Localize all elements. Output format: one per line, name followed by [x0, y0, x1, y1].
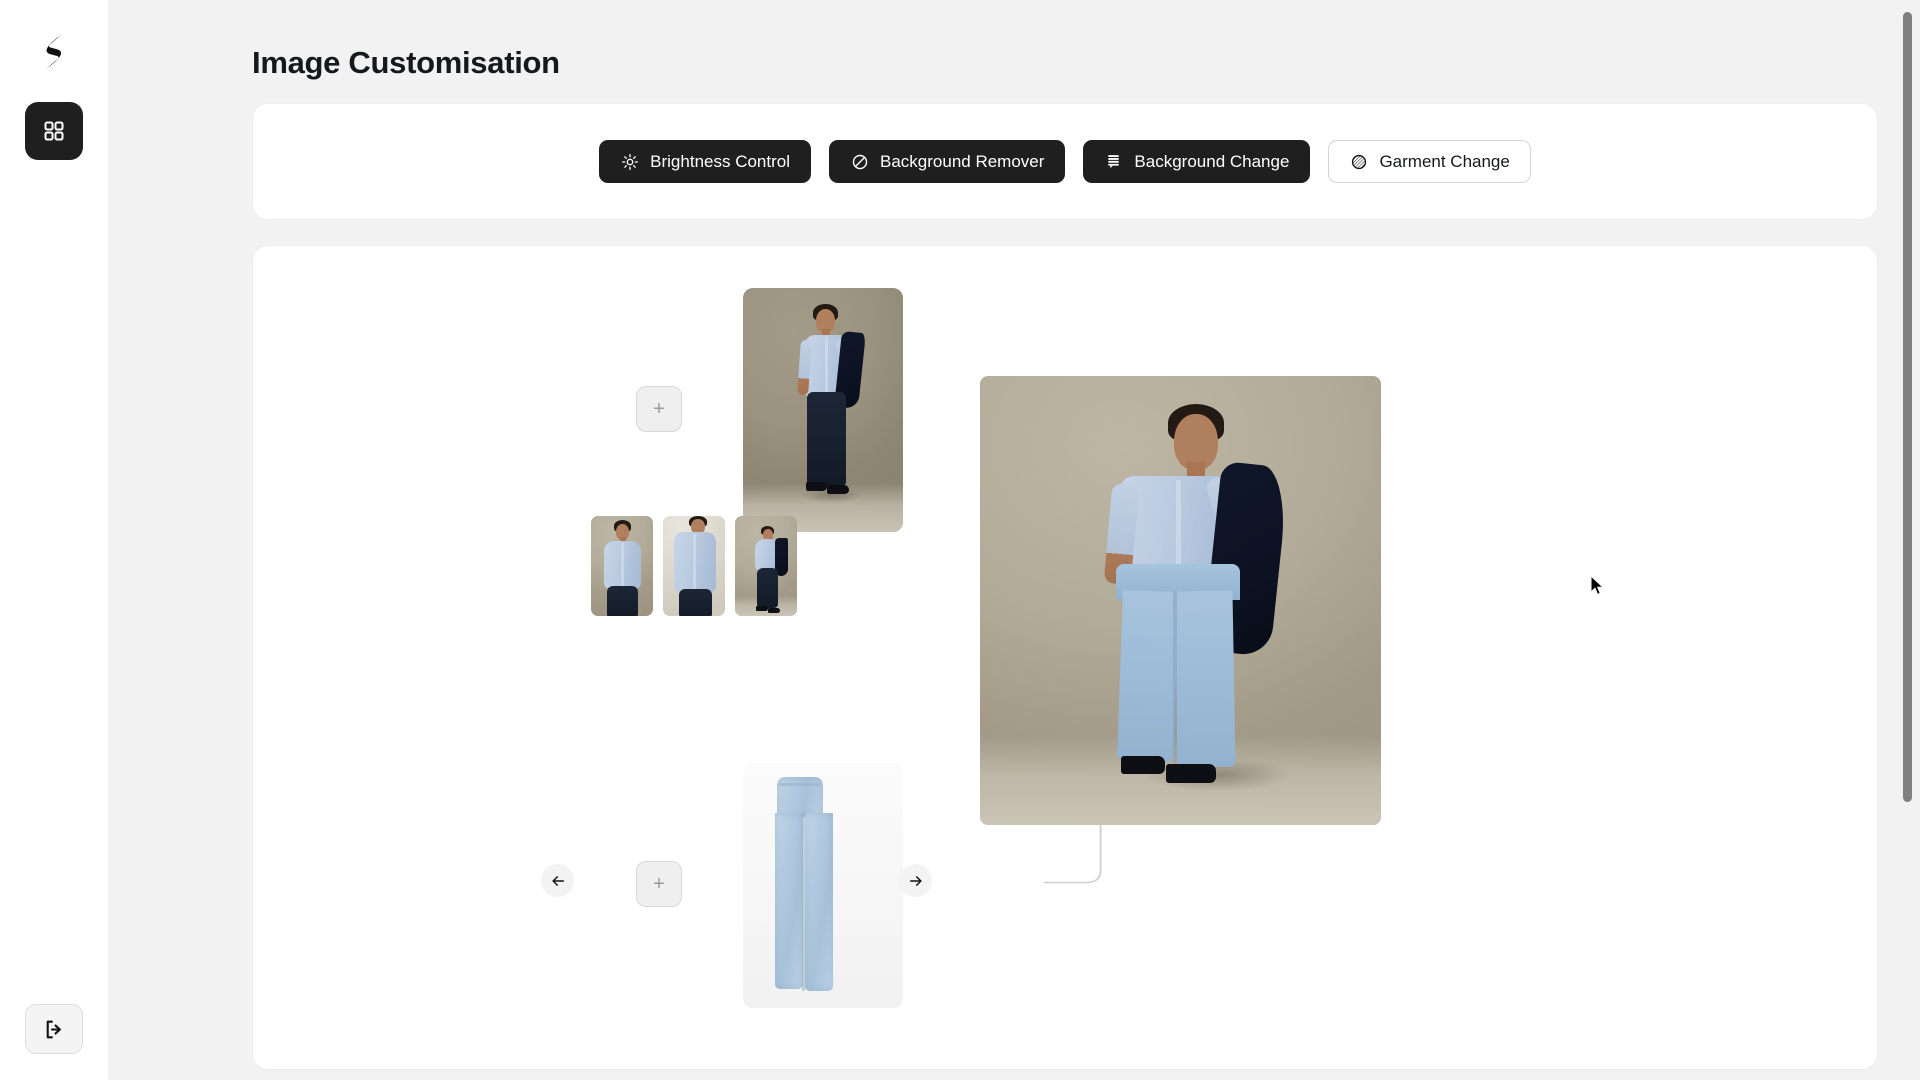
sidebar-item-dashboard[interactable] — [25, 102, 83, 160]
layers-icon — [1104, 152, 1123, 171]
flow-canvas[interactable]: + + — [252, 245, 1878, 1070]
sun-icon — [620, 152, 639, 171]
arrow-left-icon — [551, 875, 564, 886]
garment-change-button[interactable]: Garment Change — [1328, 140, 1531, 183]
brightness-control-button[interactable]: Brightness Control — [599, 140, 811, 183]
plus-icon: + — [653, 398, 665, 420]
grid-icon — [44, 121, 64, 141]
texture-circle-icon — [1349, 152, 1368, 171]
add-source-image-bottom[interactable]: + — [636, 861, 682, 907]
carousel-thumbnail-2[interactable] — [663, 515, 725, 616]
carousel-thumbnail-3[interactable] — [735, 515, 797, 616]
carousel-prev-button[interactable] — [541, 864, 574, 897]
add-source-image-top[interactable]: + — [636, 386, 682, 432]
background-change-button[interactable]: Background Change — [1083, 140, 1311, 183]
source-model-image[interactable] — [743, 288, 903, 532]
brightness-control-label: Brightness Control — [650, 151, 790, 171]
vertical-scrollbar-thumb[interactable] — [1903, 12, 1912, 802]
source-garment-image[interactable] — [743, 763, 903, 1008]
result-image[interactable] — [980, 376, 1381, 825]
vertical-scrollbar-track[interactable] — [1903, 0, 1917, 1080]
arrow-right-icon — [909, 875, 922, 886]
page-title: Image Customisation — [252, 45, 560, 80]
main-content: Image Customisation Brightness Control B… — [108, 0, 1920, 1080]
garment-change-label: Garment Change — [1379, 151, 1510, 171]
carousel-next-button[interactable] — [899, 864, 932, 897]
plus-icon: + — [653, 873, 665, 895]
brand-s-logo[interactable] — [25, 22, 83, 80]
thumbnail-carousel[interactable] — [591, 508, 931, 623]
logout-icon — [46, 1020, 61, 1038]
background-remover-button[interactable]: Background Remover — [829, 140, 1066, 183]
tool-panel: Brightness Control Background Remover Ba… — [252, 103, 1878, 220]
app-root: Image Customisation Brightness Control B… — [0, 0, 1920, 1080]
no-entry-icon — [850, 152, 869, 171]
carousel-thumbnail-1[interactable] — [591, 515, 653, 616]
background-change-label: Background Change — [1134, 151, 1290, 171]
sidebar — [0, 0, 108, 1080]
background-remover-label: Background Remover — [880, 151, 1045, 171]
logout-button[interactable] — [25, 1004, 83, 1054]
